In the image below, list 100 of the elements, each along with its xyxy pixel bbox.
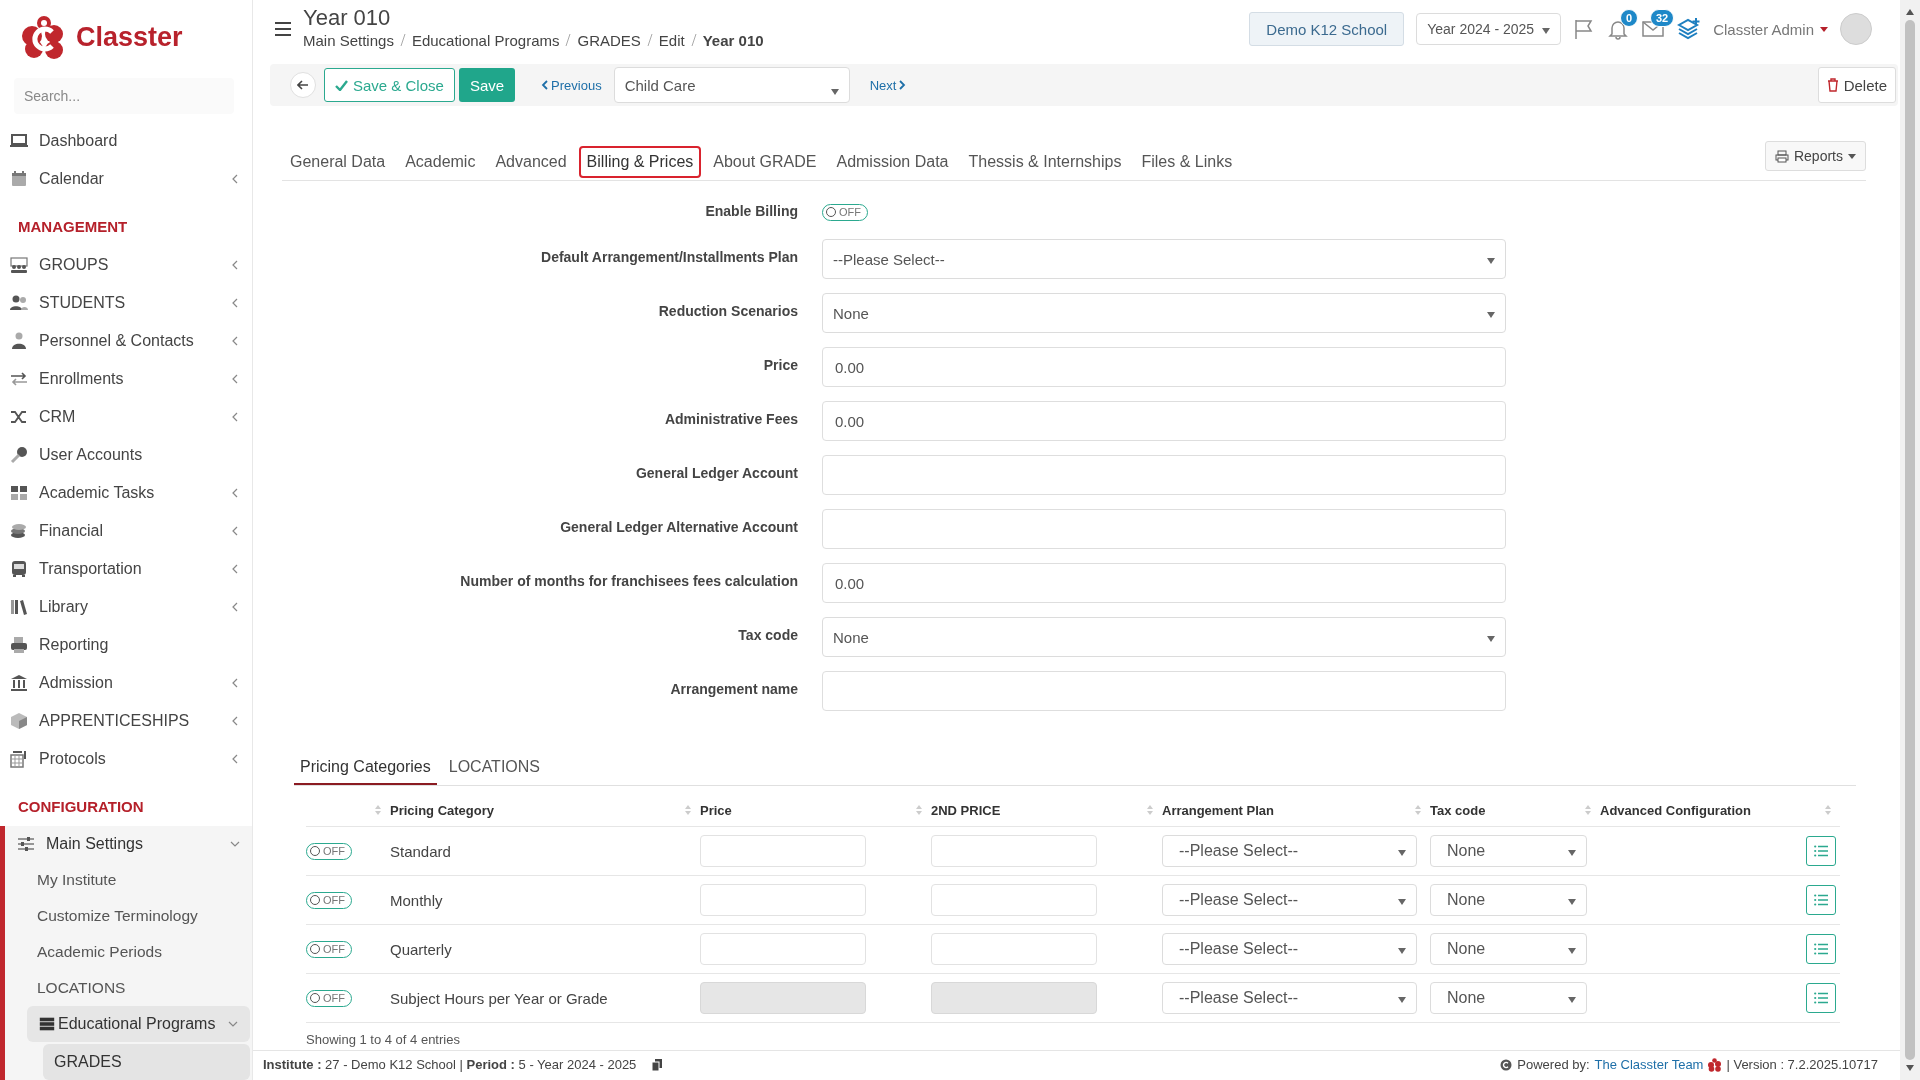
submenu-item[interactable]: GRADES: [43, 1044, 250, 1080]
column-header[interactable]: Tax code: [1430, 794, 1600, 826]
tab[interactable]: Billing & Prices: [578, 146, 702, 178]
tax-dropdown[interactable]: None: [1430, 933, 1587, 965]
menu-item[interactable]: Dashboard: [0, 122, 252, 160]
arrangement-dropdown[interactable]: --Please Select--: [1162, 933, 1417, 965]
menu-item[interactable]: Library: [0, 588, 252, 626]
submenu-item[interactable]: Customize Terminology: [5, 898, 252, 934]
column-header[interactable]: Price: [700, 794, 931, 826]
menu-item[interactable]: CRM: [0, 398, 252, 436]
toggle-switch[interactable]: OFF: [306, 940, 352, 958]
version-label: | Version : 7.2.2025.10717: [1726, 1057, 1878, 1072]
price-field[interactable]: [700, 933, 866, 965]
breadcrumb-link[interactable]: Educational Programs: [411, 31, 560, 49]
sort-icon[interactable]: [915, 804, 923, 816]
tab[interactable]: Thessis & Internships: [960, 146, 1130, 178]
toggle-switch[interactable]: OFF: [306, 842, 352, 860]
menu-item[interactable]: Calendar: [0, 160, 252, 198]
arrangement-dropdown[interactable]: --Please Select--: [1162, 884, 1417, 916]
menu-item[interactable]: GROUPS: [0, 246, 252, 284]
menu-item[interactable]: Financial: [0, 512, 252, 550]
menu-item[interactable]: Main Settings: [5, 826, 252, 862]
menu-item[interactable]: Academic Tasks: [0, 474, 252, 512]
tab[interactable]: Admission Data: [828, 146, 957, 178]
menu-item[interactable]: Reporting: [0, 626, 252, 664]
school-button[interactable]: Demo K12 School: [1249, 12, 1405, 46]
copyright-icon: [1500, 1058, 1513, 1071]
menu-item[interactable]: Enrollments: [0, 360, 252, 398]
year-dropdown[interactable]: Year 2024 - 2025: [1416, 13, 1562, 45]
menu-item[interactable]: Admission: [0, 664, 252, 702]
scrollbar-thumb[interactable]: [1905, 20, 1915, 1060]
text-field[interactable]: 0.00: [822, 563, 1506, 603]
copy-icon[interactable]: [652, 1058, 663, 1071]
text-field[interactable]: 0.00: [822, 401, 1506, 441]
tab[interactable]: LOCATIONS: [442, 750, 546, 785]
sort-icon[interactable]: [1584, 804, 1592, 816]
previous-link[interactable]: Previous: [541, 77, 602, 93]
reports-button[interactable]: Reports: [1764, 141, 1866, 171]
submenu-item[interactable]: My Institute: [5, 862, 252, 898]
column-header[interactable]: Advanced Configuration: [1600, 794, 1840, 826]
sort-icon[interactable]: [374, 804, 382, 816]
text-field[interactable]: [822, 509, 1506, 549]
price-field[interactable]: [700, 835, 866, 867]
user-menu[interactable]: Classter Admin: [1713, 20, 1828, 38]
next-link[interactable]: Next: [869, 77, 907, 93]
column-header[interactable]: 2ND PRICE: [931, 794, 1162, 826]
menu-item[interactable]: User Accounts: [0, 436, 252, 474]
price-field[interactable]: [700, 884, 866, 916]
configuration-button[interactable]: [1806, 836, 1836, 866]
second-price-field[interactable]: [931, 933, 1097, 965]
record-dropdown[interactable]: Child Care: [613, 67, 850, 103]
scroll-up-icon[interactable]: [1905, 8, 1915, 16]
toggle-switch[interactable]: OFF: [306, 891, 352, 909]
menu-item[interactable]: Transportation: [0, 550, 252, 588]
select-field[interactable]: None: [822, 617, 1506, 657]
back-button[interactable]: [290, 72, 316, 98]
configuration-button[interactable]: [1806, 934, 1836, 964]
configuration-button[interactable]: [1806, 885, 1836, 915]
submenu-item[interactable]: LOCATIONS: [5, 970, 252, 1006]
breadcrumb-link[interactable]: Edit: [658, 31, 685, 49]
text-field[interactable]: 0.00: [822, 347, 1506, 387]
tab[interactable]: Files & Links: [1133, 146, 1241, 178]
menu-item[interactable]: APPRENTICESHIPS: [0, 702, 252, 740]
menu-icon[interactable]: [275, 22, 291, 36]
select-field[interactable]: --Please Select--: [822, 239, 1506, 279]
search-field[interactable]: Search...: [14, 78, 234, 114]
trash-icon: [1826, 78, 1839, 92]
tax-dropdown[interactable]: None: [1430, 835, 1587, 867]
tab[interactable]: General Data: [282, 146, 394, 178]
text-field[interactable]: [822, 455, 1506, 495]
tab[interactable]: About GRADE: [705, 146, 825, 178]
text-field[interactable]: [822, 671, 1506, 711]
second-price-field[interactable]: [931, 884, 1097, 916]
sort-icon[interactable]: [1824, 804, 1832, 816]
second-price-field[interactable]: [931, 835, 1097, 867]
menu-item[interactable]: Protocols: [0, 740, 252, 778]
arrangement-dropdown[interactable]: --Please Select--: [1162, 835, 1417, 867]
tab[interactable]: Pricing Categories: [294, 750, 437, 785]
team-link[interactable]: The Classter Team: [1594, 1057, 1704, 1072]
breadcrumb-link[interactable]: GRADES: [577, 31, 641, 49]
submenu-item[interactable]: Academic Periods: [5, 934, 252, 970]
tab[interactable]: Advanced: [487, 146, 575, 178]
column-header[interactable]: Arrangement Plan: [1162, 794, 1430, 826]
delete-button[interactable]: Delete: [1817, 67, 1896, 103]
toggle-switch[interactable]: OFF: [822, 203, 868, 221]
menu-item[interactable]: STUDENTS: [0, 284, 252, 322]
tab[interactable]: Academic: [397, 146, 484, 178]
sort-icon[interactable]: [1146, 804, 1154, 816]
configuration-button[interactable]: [1806, 983, 1836, 1013]
select-field[interactable]: None: [822, 293, 1506, 333]
sort-icon[interactable]: [684, 804, 692, 816]
breadcrumb-link[interactable]: Main Settings: [303, 31, 394, 49]
tax-dropdown[interactable]: None: [1430, 884, 1587, 916]
list-icon: [1814, 992, 1828, 1004]
menu-item[interactable]: Personnel & Contacts: [0, 322, 252, 360]
submenu-item[interactable]: Educational Programs: [27, 1006, 250, 1042]
sort-icon[interactable]: [1414, 804, 1422, 816]
column-header[interactable]: Pricing Category: [390, 794, 700, 826]
scroll-down-icon[interactable]: [1905, 1064, 1915, 1072]
layers-plus-icon[interactable]: [1677, 17, 1702, 41]
